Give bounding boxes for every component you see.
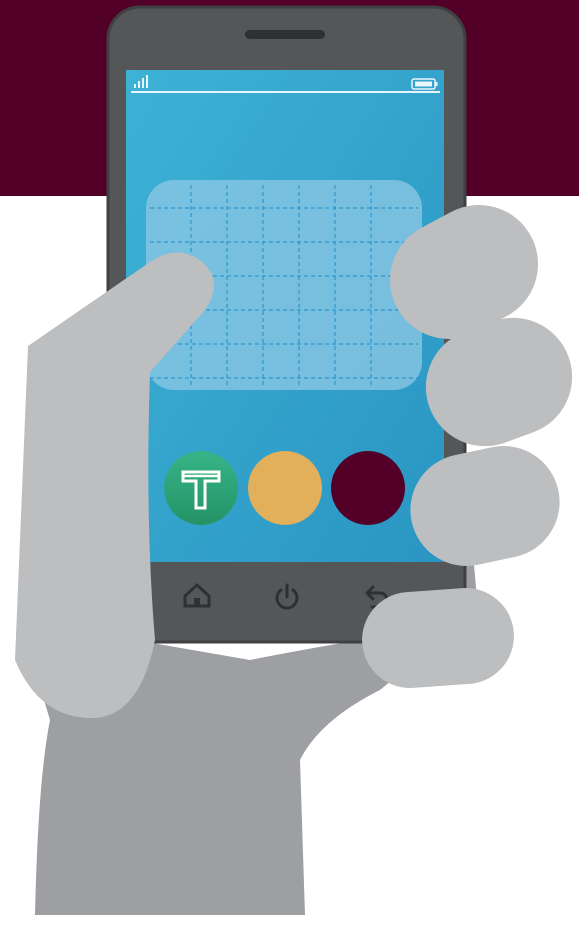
phone-speaker	[245, 30, 325, 39]
yellow-app-icon[interactable]	[248, 451, 322, 525]
maroon-app-icon[interactable]	[331, 451, 405, 525]
hand-holding-phone-illustration	[15, 5, 573, 915]
finger-pinky	[362, 588, 514, 688]
t-logo-app-icon[interactable]	[164, 451, 238, 525]
